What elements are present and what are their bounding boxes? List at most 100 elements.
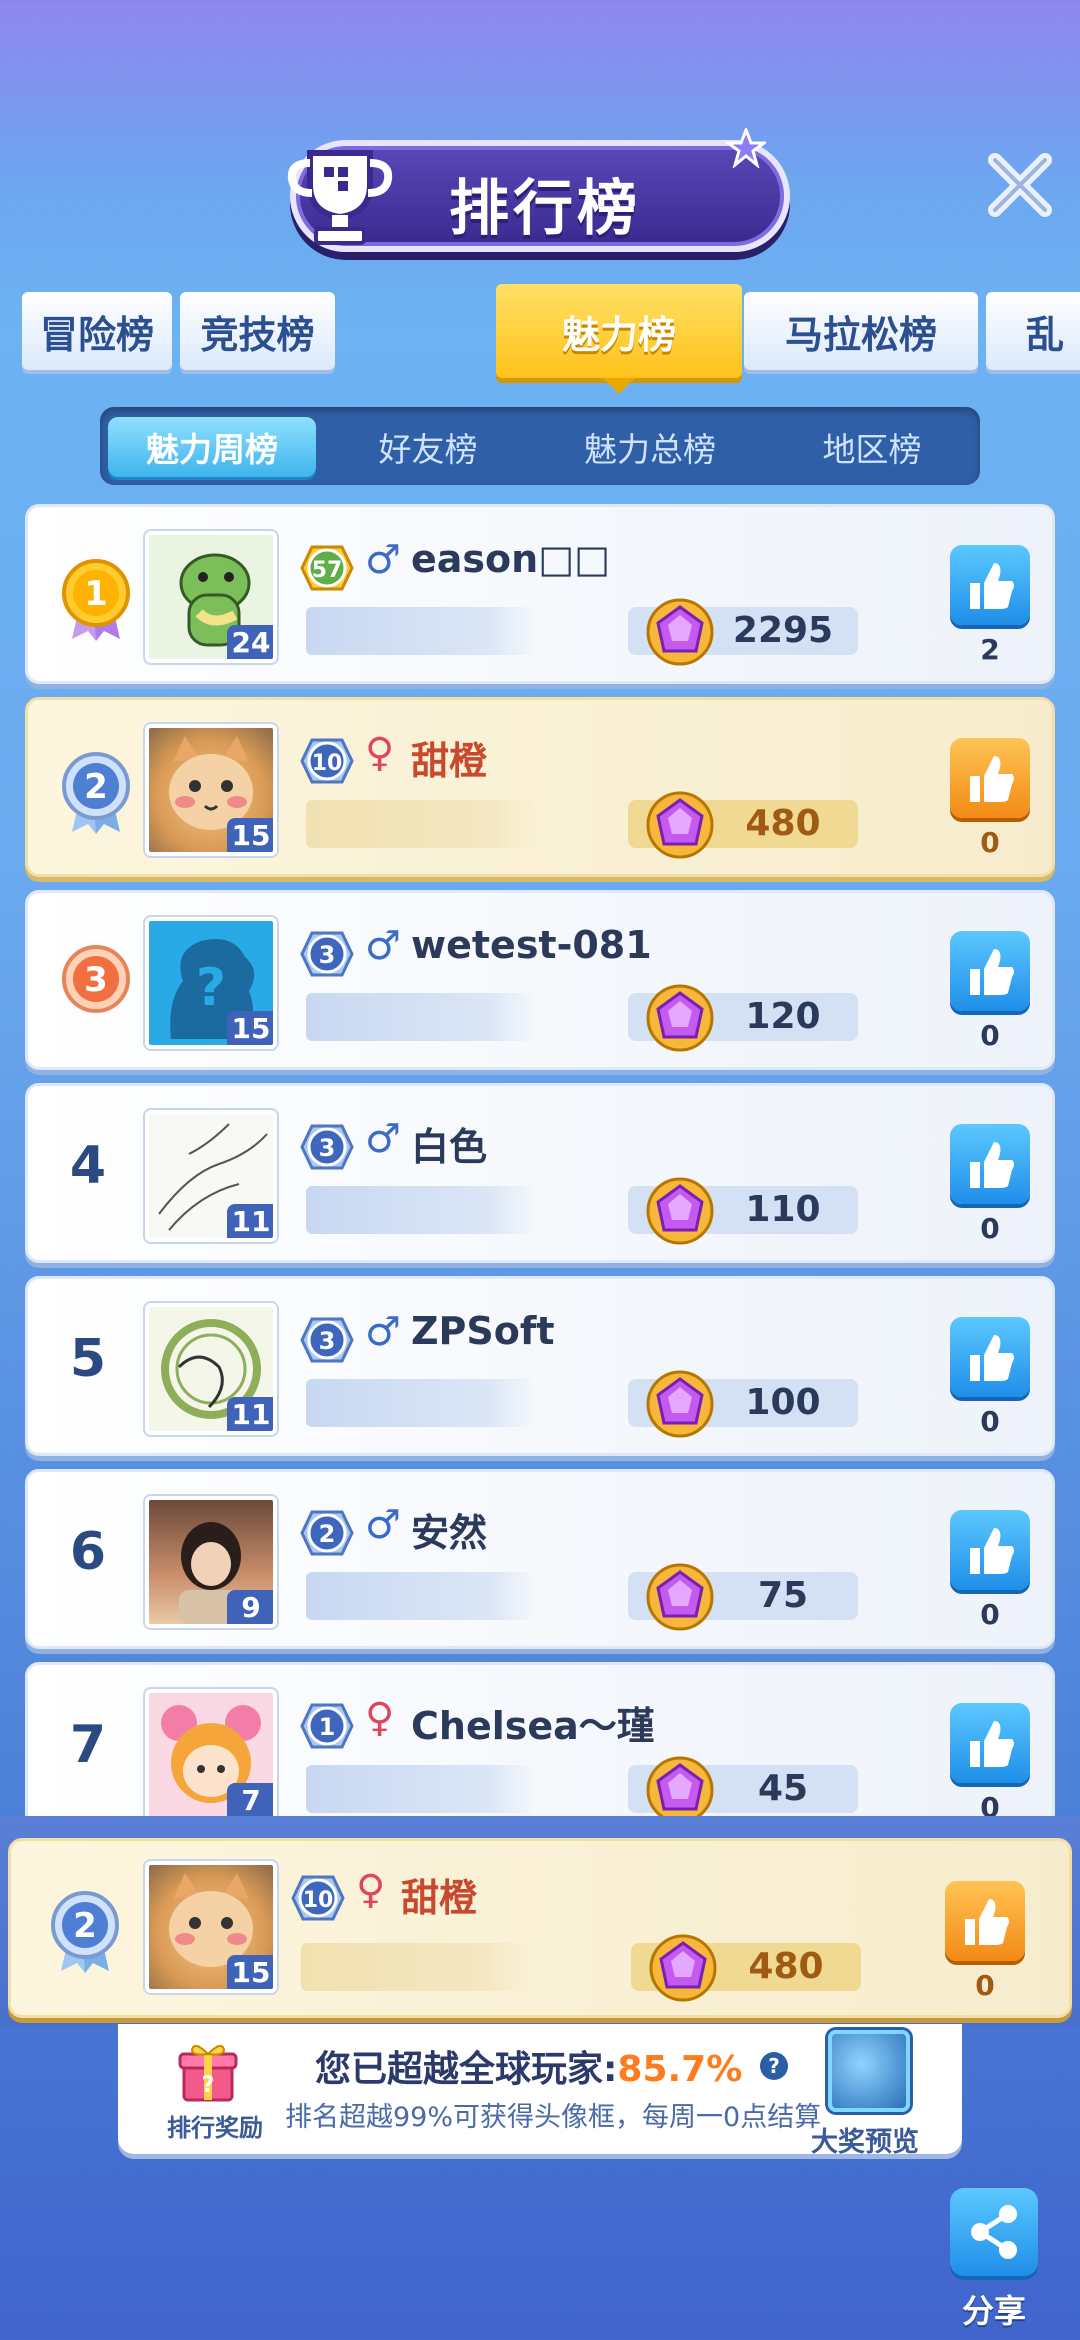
charm-gem-icon [646, 1177, 714, 1245]
player-name[interactable]: Chelsea～瑾 [411, 1695, 655, 1750]
page-title: 排行榜 [449, 174, 641, 244]
close-icon[interactable] [985, 150, 1055, 220]
tab-marathon[interactable]: 马拉松榜 [744, 292, 978, 370]
grand-prize-label[interactable]: 大奖预览 [800, 2120, 930, 2159]
charm-gem-icon [649, 1934, 717, 2002]
player-name[interactable]: 白色 [411, 1116, 487, 1171]
avatar[interactable]: 11 [145, 1303, 277, 1435]
thumbs-up-icon [970, 1142, 1014, 1188]
svg-text:3: 3 [319, 1134, 336, 1162]
svg-text:3: 3 [319, 941, 336, 969]
svg-text:?: ? [202, 2073, 215, 2098]
surpass-text: 您已超越全球玩家:85.7% [315, 2040, 742, 2092]
svg-text:10: 10 [312, 751, 343, 776]
list-item[interactable]: 2 15 10 ♀ 甜橙 480 0 [25, 697, 1055, 877]
gender-male-icon: ♂ [365, 1309, 401, 1355]
player-name[interactable]: 甜橙 [401, 1867, 477, 1922]
share-label: 分享 [961, 2292, 1026, 2330]
gift-icon[interactable]: ? [178, 2040, 238, 2104]
thumbs-up-icon [965, 1899, 1009, 1945]
tab-competitive[interactable]: 竞技榜 [180, 292, 335, 370]
charm-score: 120 [745, 996, 821, 1037]
like-count: 0 [980, 1019, 1000, 1052]
rank-number: 5 [69, 1329, 107, 1389]
svg-text:2: 2 [73, 1906, 97, 1946]
tab-adventure[interactable]: 冒险榜 [22, 292, 172, 370]
gold-medal-icon: 1 [62, 559, 130, 641]
avatar[interactable]: 11 [145, 1110, 277, 1242]
charm-gem-icon [646, 791, 714, 859]
like-button[interactable] [950, 1124, 1030, 1204]
avatar[interactable]: 15 [145, 724, 277, 856]
my-rank-row[interactable]: 2 15 10 ♀ 甜橙 480 0 [8, 1838, 1072, 2018]
ranking-list[interactable]: 1 24 5 7 ♂ eason□□ 2295 2 2 15 10 ♀ 甜橙 48… [0, 500, 1080, 1818]
list-item[interactable]: 3 ? 15 3 ♂ wetest-081 120 0 [25, 890, 1055, 1070]
charm-gem-icon [646, 1370, 714, 1438]
grand-prize-preview-icon[interactable] [828, 2030, 910, 2112]
player-name[interactable]: ZPSoft [411, 1309, 555, 1353]
title-bar [306, 1572, 536, 1620]
subtab-total[interactable]: 魅力总榜 [540, 417, 760, 477]
list-item[interactable]: 7 7 1 ♀ Chelsea～瑾 45 0 [25, 1662, 1055, 1818]
like-button[interactable] [950, 545, 1030, 625]
help-icon[interactable]: ? [760, 2052, 788, 2080]
like-count: 0 [980, 1791, 1000, 1818]
thumbs-up-icon [970, 1335, 1014, 1381]
avatar-level: 24 [227, 625, 273, 659]
like-button[interactable] [950, 1703, 1030, 1783]
surpass-percent: 85.7% [617, 2049, 743, 2090]
charm-score: 100 [745, 1382, 821, 1423]
rank-number: 7 [69, 1715, 107, 1775]
avatar[interactable]: 9 [145, 1496, 277, 1628]
tab-pointer [603, 378, 635, 394]
gender-male-icon: ♂ [365, 1116, 401, 1162]
tab-charm[interactable]: 魅力榜 [496, 284, 742, 378]
like-button[interactable] [950, 1317, 1030, 1397]
avatar[interactable]: 24 [145, 531, 277, 663]
svg-text:3: 3 [319, 1327, 336, 1355]
like-button[interactable] [950, 1510, 1030, 1590]
svg-text:1: 1 [319, 1713, 336, 1741]
avatar-level: 7 [227, 1783, 273, 1817]
svg-text:3: 3 [84, 960, 108, 1000]
thumbs-up-icon [970, 563, 1014, 609]
list-item[interactable]: 5 11 3 ♂ ZPSoft 100 0 [25, 1276, 1055, 1456]
avatar-level: 15 [227, 1955, 273, 1989]
list-item[interactable]: 1 24 57 ♂ eason□□ 2295 2 [25, 504, 1055, 684]
gender-female-icon: ♀ [356, 1867, 386, 1913]
charm-score: 45 [757, 1768, 809, 1809]
level-badge-icon: 3 [300, 931, 354, 977]
svg-text:?: ? [196, 958, 226, 1018]
reward-label[interactable]: 排行奖励 [150, 2108, 280, 2143]
like-button[interactable] [950, 738, 1030, 818]
charm-score: 2295 [732, 610, 834, 651]
title-bar [306, 993, 536, 1041]
subtab-friends[interactable]: 好友榜 [328, 417, 528, 477]
list-item[interactable]: 4 11 3 ♂ 白色 110 0 [25, 1083, 1055, 1263]
avatar[interactable]: 7 [145, 1689, 277, 1818]
charm-score: 75 [757, 1575, 809, 1616]
subtab-region[interactable]: 地区榜 [772, 417, 972, 477]
gender-female-icon: ♀ [365, 730, 395, 776]
charm-score: 480 [748, 1946, 824, 1987]
player-name[interactable]: 安然 [411, 1502, 487, 1557]
rank-number: 4 [69, 1136, 107, 1196]
charm-gem-icon [646, 1563, 714, 1631]
subtab-weekly[interactable]: 魅力周榜 [108, 417, 316, 477]
title-bar [306, 607, 536, 655]
trophy-icon [287, 150, 393, 245]
avatar[interactable]: ? 15 [145, 917, 277, 1049]
charm-score: 480 [745, 803, 821, 844]
tab-more[interactable]: 乱 [986, 292, 1080, 370]
player-name[interactable]: wetest-081 [411, 923, 652, 967]
silver-medal-icon: 2 [51, 1891, 119, 1973]
avatar[interactable]: 15 [145, 1861, 277, 1993]
share-button[interactable] [950, 2188, 1038, 2276]
like-count: 0 [975, 1969, 995, 2002]
like-button[interactable] [950, 931, 1030, 1011]
list-item[interactable]: 6 9 2 ♂ 安然 75 0 [25, 1469, 1055, 1649]
level-badge-icon: 10 [291, 1875, 345, 1921]
player-name[interactable]: eason□□ [411, 537, 610, 581]
like-button[interactable] [945, 1881, 1025, 1961]
player-name[interactable]: 甜橙 [411, 730, 487, 785]
